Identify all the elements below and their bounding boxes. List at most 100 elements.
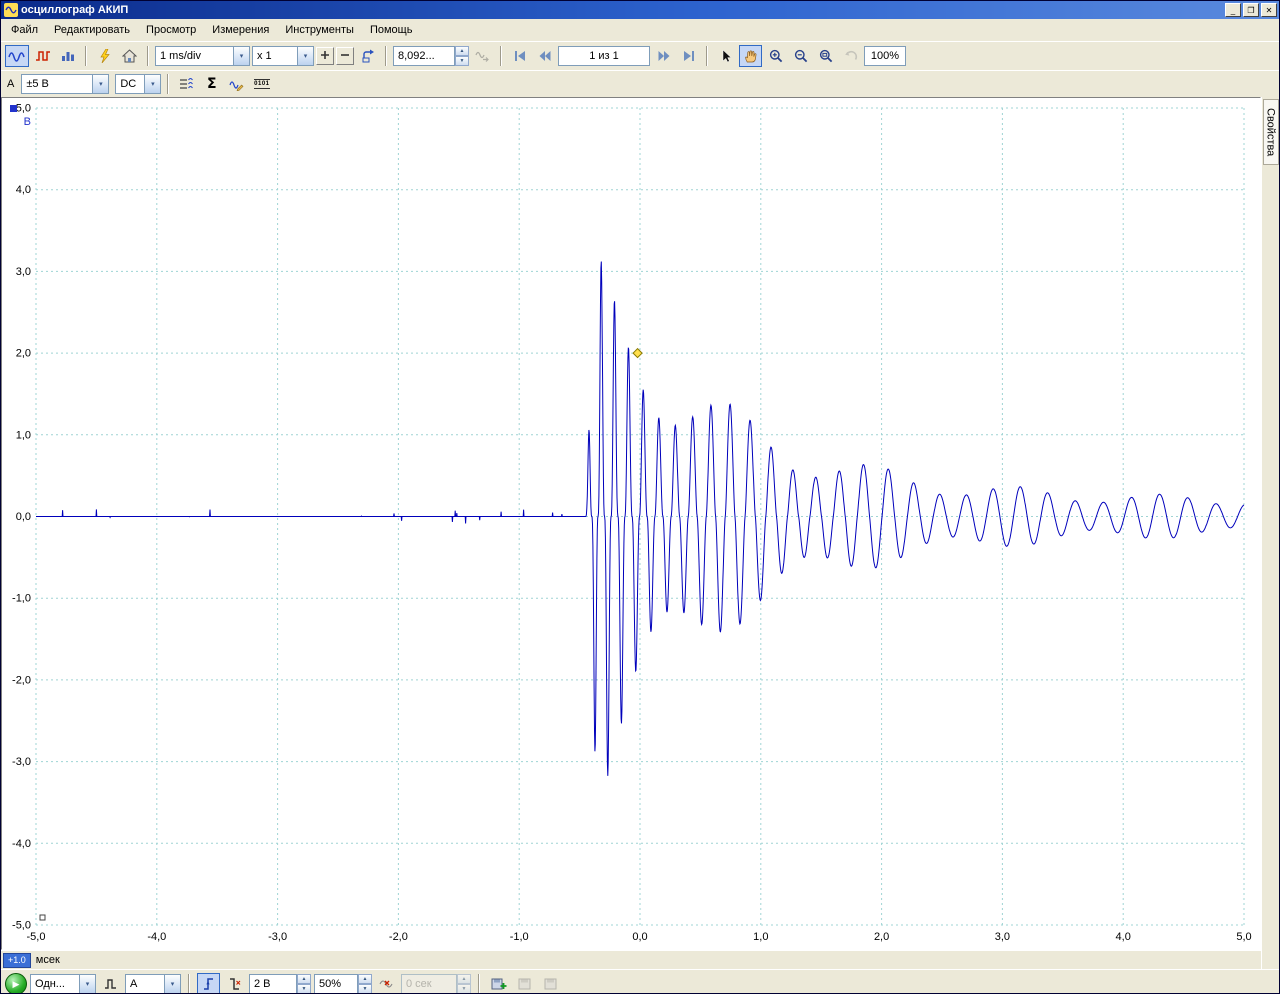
scope-view-button[interactable]	[5, 45, 29, 67]
prev-page-icon	[538, 49, 552, 63]
zoom-out-button[interactable]	[789, 45, 812, 67]
menu-item-measurements[interactable]: Измерения	[204, 20, 277, 40]
single-pulse-button[interactable]	[99, 973, 122, 994]
properties-strip: Свойства	[1261, 97, 1279, 969]
chevron-down-icon[interactable]: ▾	[92, 75, 108, 93]
spin-up-icon[interactable]: ▲	[455, 46, 469, 56]
tab-properties[interactable]: Свойства	[1263, 99, 1279, 165]
menu-item-file[interactable]: Файл	[3, 20, 46, 40]
scale-plus-button[interactable]	[316, 47, 334, 65]
square-view-button[interactable]	[31, 45, 54, 67]
channel-bar: A ±5 В ▾ DC ▾ Σ 0101	[1, 70, 1279, 97]
probe-settings-button[interactable]	[175, 73, 198, 95]
export-button[interactable]	[539, 973, 562, 994]
chevron-down-icon[interactable]: ▾	[233, 47, 249, 65]
spin-up-icon[interactable]: ▲	[457, 974, 471, 984]
pan-tool-button[interactable]	[739, 45, 762, 67]
svg-text:-4,0: -4,0	[147, 931, 166, 943]
chevron-down-icon[interactable]: ▾	[297, 47, 313, 65]
menubar: Файл Редактировать Просмотр Измерения Ин…	[1, 19, 1279, 41]
zoom-window-icon	[819, 49, 833, 63]
home-button[interactable]	[118, 45, 141, 67]
coupling-combo[interactable]: DC ▾	[115, 74, 161, 94]
zoom-level-field[interactable]: 100%	[864, 46, 906, 66]
edit-signal-button[interactable]	[225, 73, 248, 95]
main-area: -5,0-4,0-3,0-2,0-1,00,01,02,03,04,05,05,…	[1, 97, 1279, 969]
run-button[interactable]: ▶	[5, 973, 27, 994]
holdoff-value[interactable]: 0 сек	[401, 974, 457, 994]
spin-down-icon[interactable]: ▼	[358, 984, 372, 994]
svg-text:-2,0: -2,0	[389, 931, 408, 943]
pretrigger-value[interactable]: 50%	[314, 974, 358, 994]
trigger-level-value[interactable]: 2 В	[249, 974, 297, 994]
disk-icon	[544, 977, 558, 991]
menu-item-view[interactable]: Просмотр	[138, 20, 204, 40]
pointer-tool-button[interactable]	[714, 45, 737, 67]
digital-view-button[interactable]: 0101	[250, 73, 273, 95]
svg-text:3,0: 3,0	[16, 266, 31, 278]
spin-down-icon[interactable]: ▼	[457, 984, 471, 994]
chevron-down-icon[interactable]: ▾	[79, 975, 95, 993]
svg-text:4,0: 4,0	[1116, 931, 1131, 943]
minimize-button[interactable]: _	[1225, 3, 1241, 17]
svg-text:5,0: 5,0	[16, 103, 31, 115]
spin-up-icon[interactable]: ▲	[358, 974, 372, 984]
separator	[500, 46, 502, 66]
trigger-mode-combo[interactable]: Одн... ▾	[30, 974, 96, 994]
zoom-window-button[interactable]	[814, 45, 837, 67]
svg-text:1,0: 1,0	[753, 931, 768, 943]
add-measurement-button[interactable]	[487, 973, 510, 994]
channel-range-combo[interactable]: ±5 В ▾	[21, 74, 109, 94]
holdoff-spinner[interactable]: 0 сек ▲ ▼	[401, 974, 471, 994]
svg-text:2,0: 2,0	[16, 348, 31, 360]
timebase-combo[interactable]: 1 ms/div ▾	[155, 46, 250, 66]
scale-reset-button[interactable]	[356, 45, 379, 67]
spectrum-view-button[interactable]	[56, 45, 79, 67]
channel-a-label: A	[5, 78, 19, 90]
scale-minus-button[interactable]	[336, 47, 354, 65]
offset-value[interactable]: 8,092...	[393, 46, 455, 66]
save-button[interactable]	[513, 973, 536, 994]
close-button[interactable]: ✕	[1261, 3, 1277, 17]
last-page-button[interactable]	[677, 45, 700, 67]
lightning-icon	[98, 49, 112, 63]
offset-spinner[interactable]: 8,092... ▲ ▼	[393, 46, 469, 66]
trigger-marker-button[interactable]	[375, 973, 398, 994]
undo-zoom-button[interactable]	[839, 45, 862, 67]
plot-area[interactable]: -5,0-4,0-3,0-2,0-1,00,01,02,03,04,05,05,…	[2, 98, 1260, 949]
falling-edge-button[interactable]	[223, 973, 246, 994]
spin-down-icon[interactable]: ▼	[455, 56, 469, 66]
chevron-down-icon[interactable]: ▾	[164, 975, 180, 993]
next-page-button[interactable]	[652, 45, 675, 67]
separator	[706, 46, 708, 66]
maximize-button[interactable]: ❐	[1243, 3, 1259, 17]
first-page-icon	[513, 49, 527, 63]
disk-plus-icon	[491, 977, 507, 991]
separator	[167, 74, 169, 94]
offset-badge[interactable]: +1.0	[3, 953, 31, 968]
menu-item-edit[interactable]: Редактировать	[46, 20, 138, 40]
autosetup-button[interactable]	[93, 45, 116, 67]
spin-up-icon[interactable]: ▲	[297, 974, 311, 984]
zoom-in-button[interactable]	[764, 45, 787, 67]
math-sum-button[interactable]: Σ	[200, 73, 223, 95]
first-page-button[interactable]	[508, 45, 531, 67]
scale-combo[interactable]: x 1 ▾	[252, 46, 314, 66]
waveform-arrow-icon	[475, 49, 491, 63]
rising-edge-button[interactable]	[197, 973, 220, 994]
pretrigger-spinner[interactable]: 50% ▲ ▼	[314, 974, 372, 994]
separator	[385, 46, 387, 66]
chevron-down-icon[interactable]: ▾	[144, 75, 160, 93]
export-waveform-button[interactable]	[471, 45, 494, 67]
spin-down-icon[interactable]: ▼	[297, 984, 311, 994]
trigger-source-combo[interactable]: A ▾	[125, 974, 181, 994]
trigger-level-spinner[interactable]: 2 В ▲ ▼	[249, 974, 311, 994]
svg-text:3,0: 3,0	[995, 931, 1010, 943]
page-indicator[interactable]: 1 из 1	[558, 46, 650, 66]
svg-text:-3,0: -3,0	[268, 931, 287, 943]
rising-edge-icon	[202, 977, 216, 991]
menu-item-tools[interactable]: Инструменты	[277, 20, 362, 40]
prev-page-button[interactable]	[533, 45, 556, 67]
menu-item-help[interactable]: Помощь	[362, 20, 421, 40]
svg-text:-2,0: -2,0	[12, 674, 31, 686]
